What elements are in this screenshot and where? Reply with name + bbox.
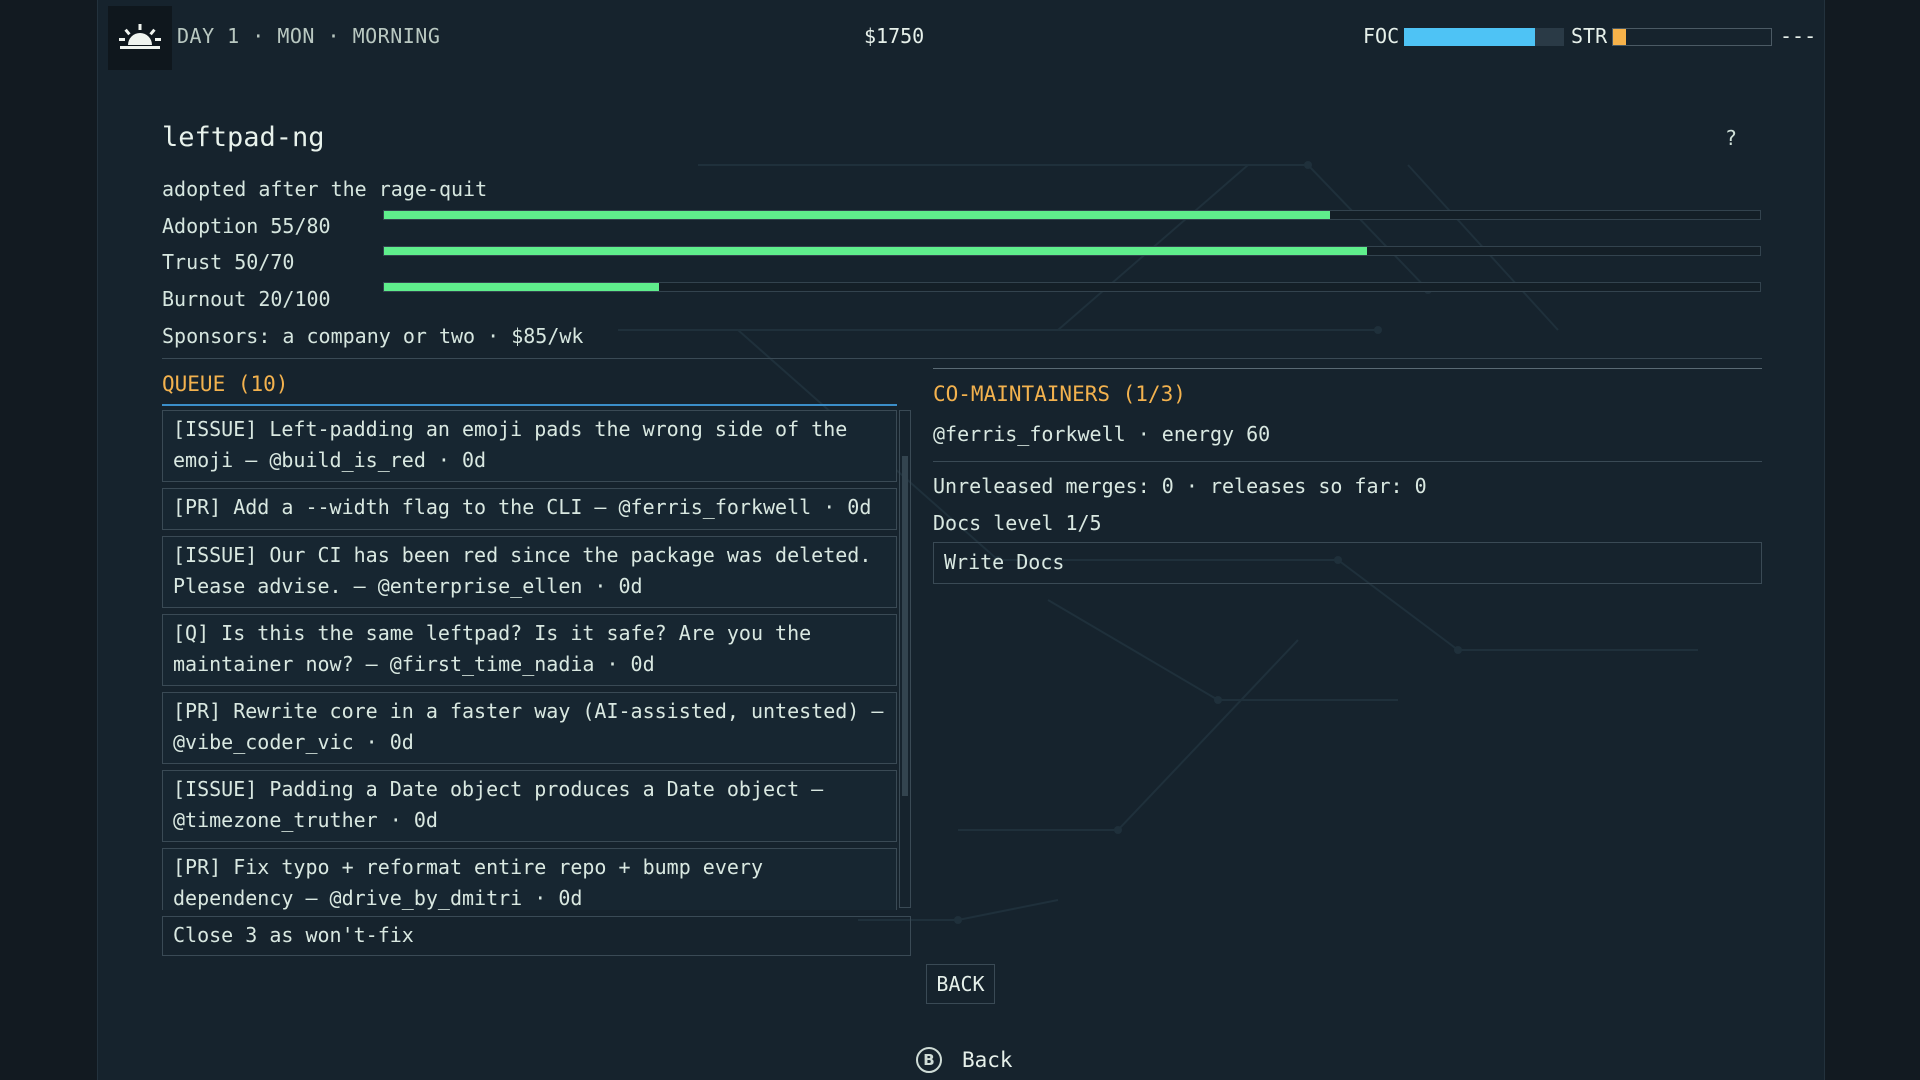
- queue-item[interactable]: [ISSUE] Padding a Date object produces a…: [162, 770, 897, 842]
- section-divider: [162, 358, 1762, 359]
- time-of-day-badge: [108, 6, 172, 70]
- focus-label: FOC: [1363, 24, 1400, 48]
- co-maintainer-entry: @ferris_forkwell · energy 60: [933, 422, 1271, 446]
- day-time-label: DAY 1 · MON · MORNING: [177, 24, 441, 48]
- queue-item[interactable]: [ISSUE] Our CI has been red since the pa…: [162, 536, 897, 608]
- queue-item[interactable]: [PR] Add a --width flag to the CLI — @fe…: [162, 488, 897, 530]
- adoption-label: Adoption 55/80: [162, 214, 331, 238]
- docs-level: Docs level 1/5: [933, 511, 1102, 535]
- sponsors-line: Sponsors: a company or two · $85/wk: [162, 324, 584, 348]
- queue-title: QUEUE (10): [162, 372, 289, 396]
- project-title: leftpad-ng: [162, 122, 325, 153]
- close-wontfix-button[interactable]: Close 3 as won't-fix: [162, 916, 911, 956]
- co-maintainers-separator: [933, 461, 1762, 462]
- money-display: $1750: [864, 24, 925, 48]
- queue-list[interactable]: [ISSUE] Left-padding an emoji pads the w…: [162, 410, 897, 910]
- stress-meter: [1612, 28, 1772, 46]
- back-hint-label: Back: [962, 1048, 1013, 1072]
- project-tagline: adopted after the rage-quit: [162, 177, 488, 201]
- focus-meter: [1404, 28, 1564, 46]
- queue-scrollbar-thumb[interactable]: [902, 456, 908, 796]
- game-screen: DAY 1 · MON · MORNING $1750 FOC STR --- …: [97, 0, 1825, 1080]
- queue-item[interactable]: [PR] Rewrite core in a faster way (AI-as…: [162, 692, 897, 764]
- trust-bar: [383, 246, 1761, 256]
- burnout-bar: [383, 282, 1761, 292]
- adoption-bar-fill: [384, 211, 1330, 219]
- merges-status: Unreleased merges: 0 · releases so far: …: [933, 474, 1427, 498]
- back-button[interactable]: BACK: [926, 964, 995, 1004]
- co-maintainers-title: CO-MAINTAINERS (1/3): [933, 382, 1186, 406]
- queue-scrollbar[interactable]: [899, 410, 911, 908]
- top-status-bar: DAY 1 · MON · MORNING $1750 FOC STR ---: [98, 0, 1824, 72]
- burnout-bar-fill: [384, 283, 660, 291]
- write-docs-button[interactable]: Write Docs: [933, 542, 1762, 584]
- queue-item[interactable]: [PR] Fix typo + reformat entire repo + b…: [162, 848, 897, 910]
- help-button[interactable]: ?: [1725, 126, 1737, 150]
- back-hint[interactable]: B Back: [916, 1044, 1013, 1076]
- status-dashes: ---: [1780, 24, 1817, 48]
- stress-meter-fill: [1613, 29, 1626, 45]
- queue-focus-underline: [162, 404, 897, 406]
- trust-label: Trust 50/70: [162, 250, 295, 274]
- focus-meter-fill: [1404, 28, 1536, 46]
- burnout-label: Burnout 20/100: [162, 287, 331, 311]
- queue-item[interactable]: [ISSUE] Left-padding an emoji pads the w…: [162, 410, 897, 482]
- co-maintainers-divider: [933, 368, 1762, 369]
- trust-bar-fill: [384, 247, 1367, 255]
- sunrise-icon: [119, 24, 161, 49]
- stress-label: STR: [1571, 24, 1608, 48]
- queue-item[interactable]: [Q] Is this the same leftpad? Is it safe…: [162, 614, 897, 686]
- adoption-bar: [383, 210, 1761, 220]
- b-button-icon: B: [916, 1047, 942, 1073]
